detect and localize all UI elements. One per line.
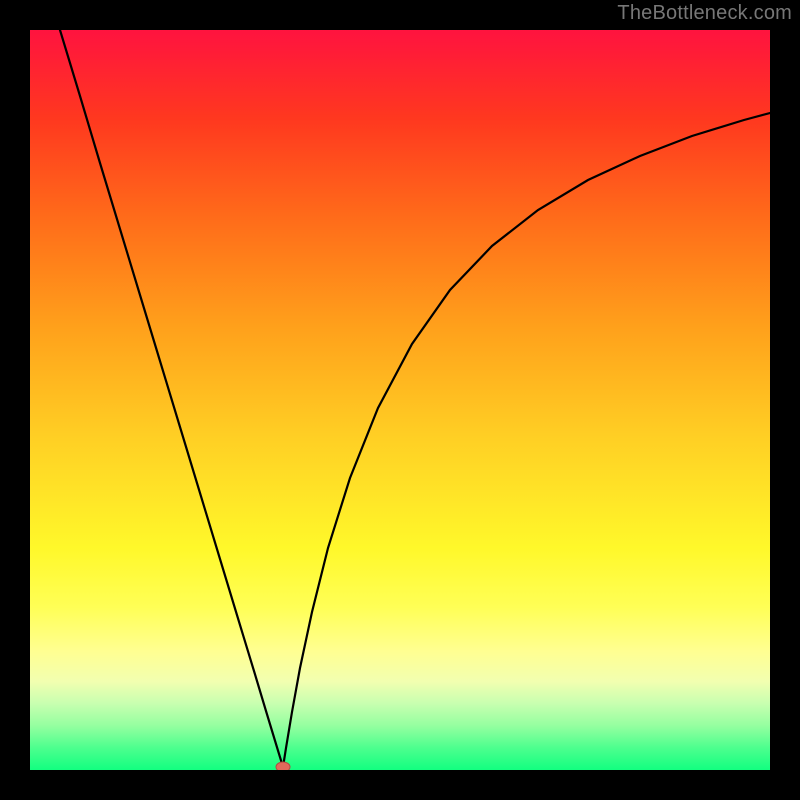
plot-area — [30, 30, 770, 770]
curve-left-branch — [60, 30, 283, 767]
minimum-marker — [276, 762, 290, 770]
chart-frame: TheBottleneck.com — [0, 0, 800, 800]
curve-right-branch — [283, 113, 770, 767]
bottleneck-curve — [30, 30, 770, 770]
watermark-text: TheBottleneck.com — [617, 2, 792, 25]
